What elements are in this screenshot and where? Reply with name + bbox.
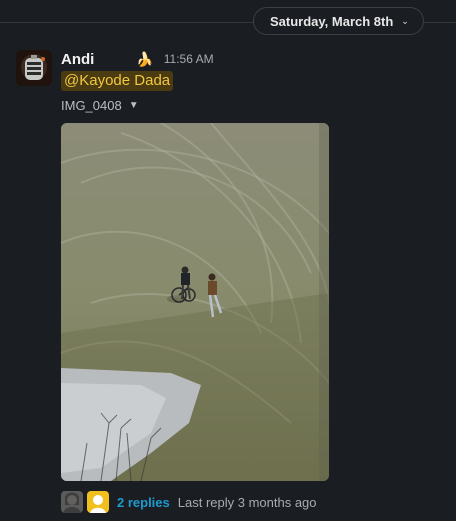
status-emoji-icon[interactable]: 🍌 [136,51,153,68]
message-timestamp[interactable]: 11:56 AM [164,52,214,66]
date-label: Saturday, March 8th [270,13,394,29]
author-name[interactable]: Andi [61,51,94,68]
message-header: Andi 🍌 11:56 AM [61,50,214,68]
replies-link[interactable]: 2 replies [117,495,170,510]
file-name: IMG_0408 [61,98,122,113]
caret-down-icon: ▼ [128,100,139,111]
user-mention[interactable]: @Kayode Dada [61,71,174,91]
reply-avatar [61,491,83,513]
avatar[interactable] [16,50,52,86]
file-name-toggle[interactable]: IMG_0408 ▼ [61,98,139,113]
date-divider-button[interactable]: Saturday, March 8th ⌄ [253,7,424,35]
last-reply-text: Last reply 3 months ago [177,494,317,510]
image-attachment[interactable] [61,123,329,481]
thread-replies[interactable]: 2 replies Last reply 3 months ago [61,490,317,514]
reply-avatar [87,491,109,513]
chevron-down-icon: ⌄ [401,15,409,26]
